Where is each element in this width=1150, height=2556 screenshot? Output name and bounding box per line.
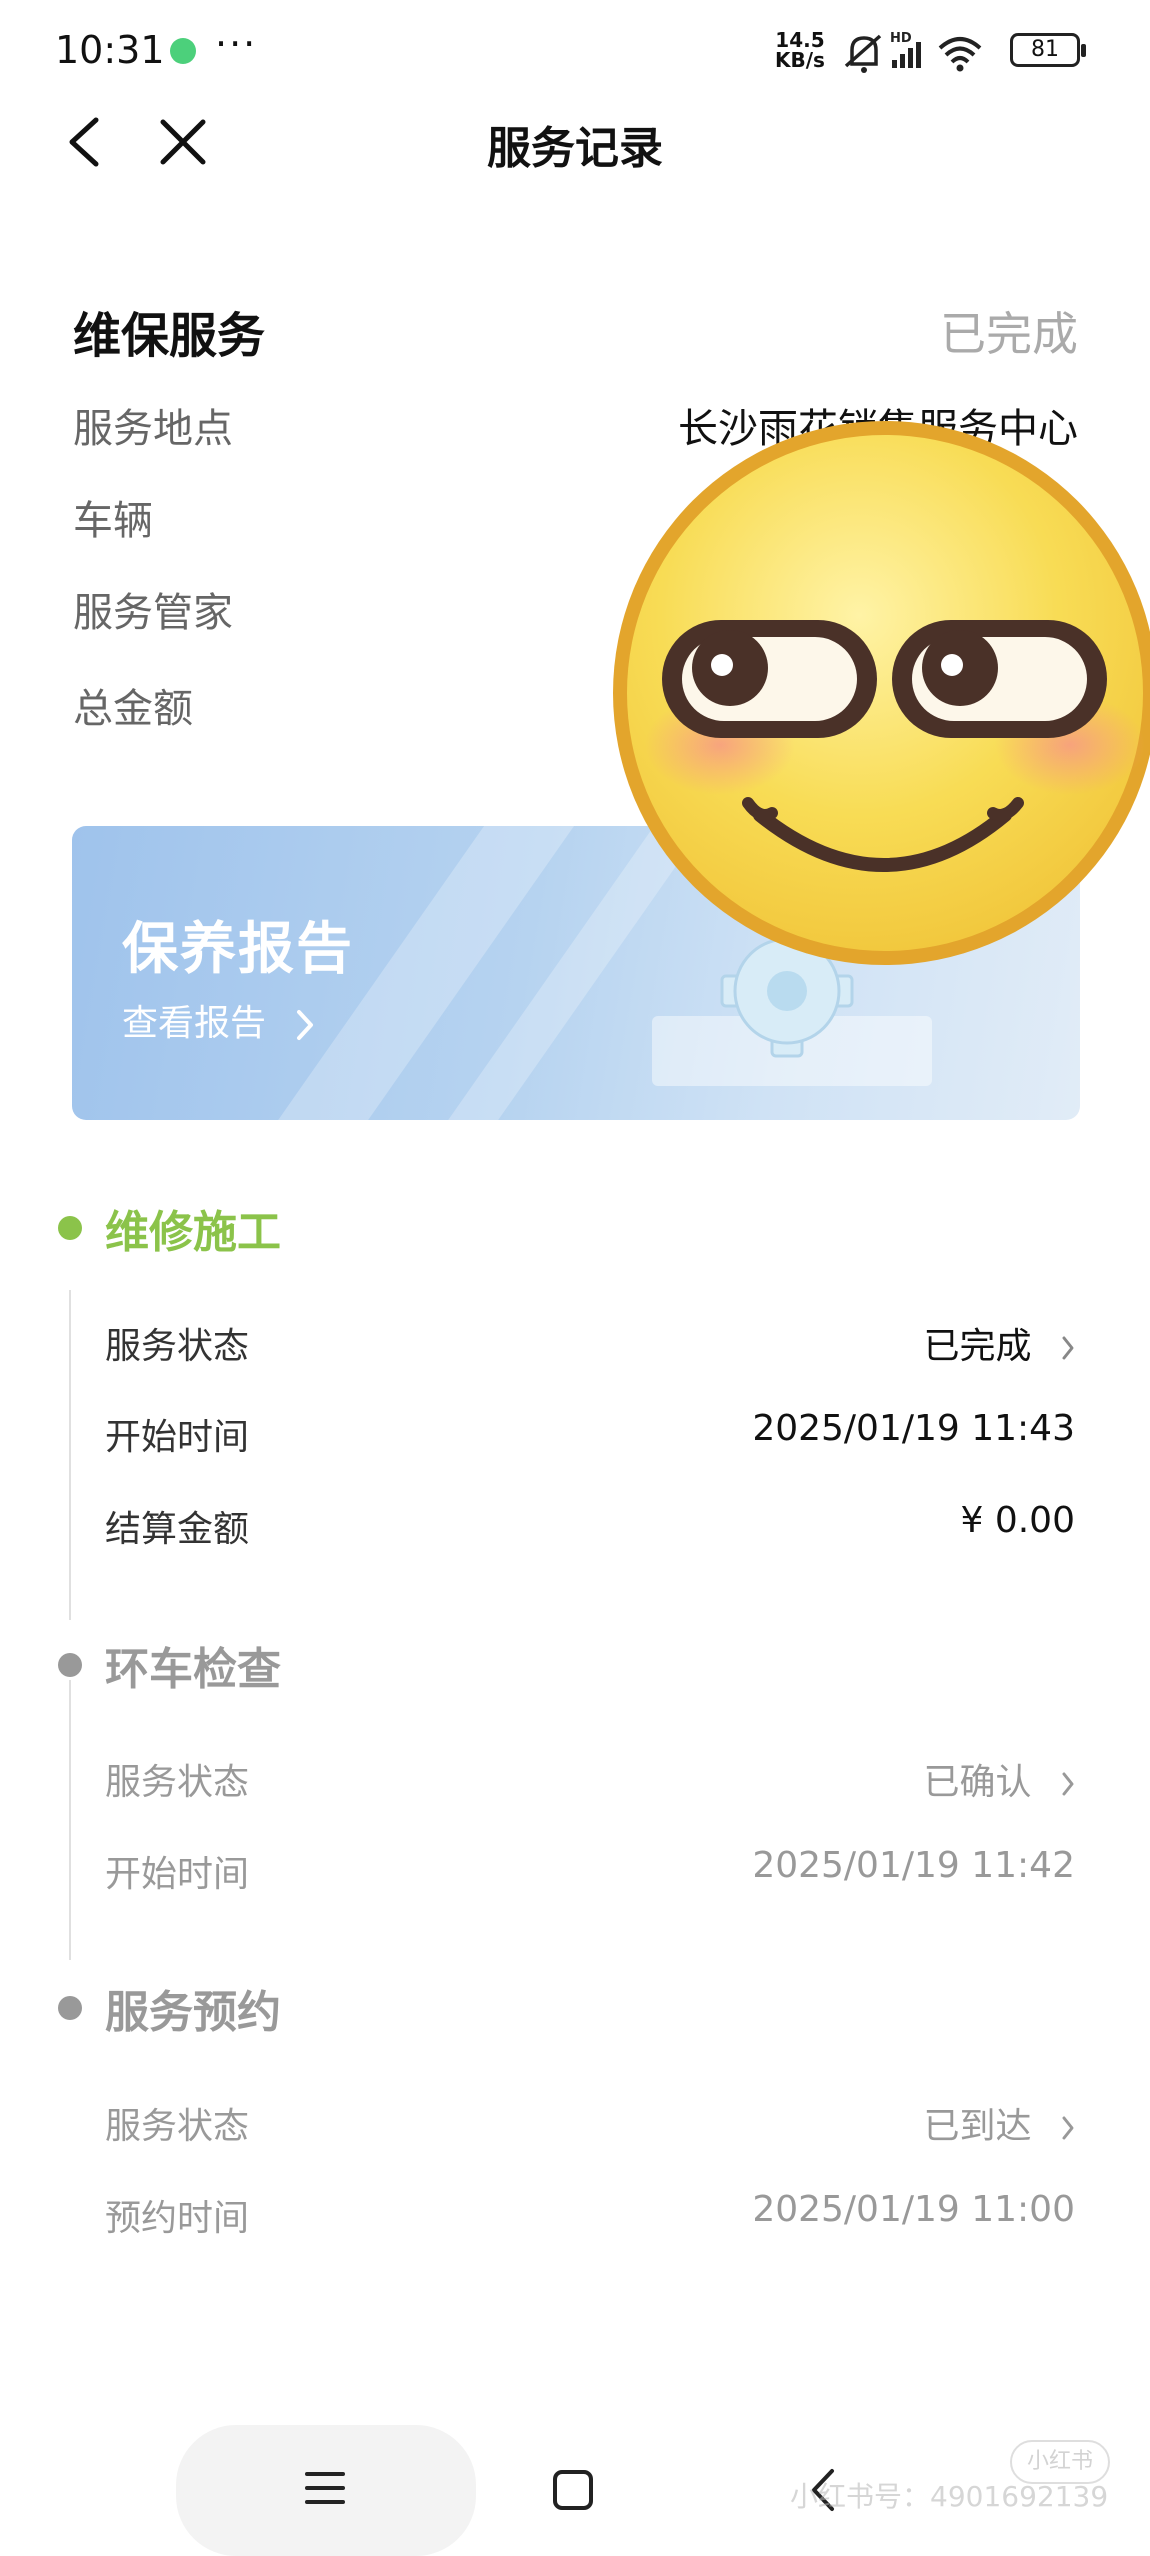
timeline-line: [69, 1290, 71, 1620]
wifi-icon: [938, 37, 982, 72]
chevron-right-icon: [1062, 1336, 1074, 1360]
mute-bell-icon: [844, 34, 882, 73]
service-type-title: 维保服务: [73, 308, 266, 364]
timeline-dot: [58, 1996, 82, 2020]
vehicle-label: 车辆: [73, 498, 153, 544]
network-speed-value: 14.5: [775, 28, 825, 52]
timeline-dot-active: [58, 1216, 82, 1240]
inspection-start-time: 2025/01/19 11:42: [752, 1845, 1075, 1886]
status-time: 10:31: [55, 28, 165, 72]
inspection-status-value: 已确认: [923, 1762, 1032, 1803]
row-label: 服务状态: [105, 1326, 250, 1367]
appointment-time: 2025/01/19 11:00: [752, 2189, 1075, 2230]
signal-icon: HD: [890, 31, 921, 68]
view-report-link[interactable]: 查看报告: [122, 994, 315, 1046]
section-title-inspection: 环车检查: [105, 1644, 281, 1695]
section-title-appointment: 服务预约: [105, 1987, 281, 2038]
repair-status-link[interactable]: 已完成: [924, 1317, 1075, 1369]
row-label: 结算金额: [105, 1509, 250, 1550]
battery-icon: 81: [1010, 33, 1086, 67]
menu-icon[interactable]: [305, 2468, 345, 2508]
timeline-line: [69, 1680, 71, 1960]
status-bar: 10:31 ··· 14.5 KB/s HD 81: [0, 0, 1150, 100]
report-title: 保养报告: [122, 917, 354, 982]
service-manager-label: 服务管家: [73, 590, 233, 636]
network-speed: 14.5 KB/s: [775, 30, 825, 70]
status-icons: HD: [844, 31, 982, 73]
row-label: 服务状态: [105, 1762, 250, 1803]
repair-status-value: 已完成: [923, 1326, 1032, 1367]
hd-label: HD: [890, 31, 912, 46]
section-title-repair: 维修施工: [105, 1207, 281, 1258]
service-status: 已完成: [940, 307, 1078, 361]
home-icon[interactable]: [553, 2470, 593, 2510]
inspection-status-link[interactable]: 已确认: [924, 1753, 1075, 1805]
chevron-right-icon: [1062, 2116, 1074, 2140]
appointment-status-value: 已到达: [923, 2106, 1032, 2147]
app-notification-icon: [170, 38, 196, 64]
appointment-status-link[interactable]: 已到达: [924, 2097, 1075, 2149]
row-label: 预约时间: [105, 2198, 250, 2239]
smirk-emoji-sticker: [613, 421, 1150, 965]
row-label: 开始时间: [105, 1854, 250, 1895]
service-location-label: 服务地点: [73, 406, 233, 452]
network-speed-unit: KB/s: [775, 48, 825, 72]
row-label: 服务状态: [105, 2106, 250, 2147]
more-notifications-icon: ···: [215, 22, 258, 66]
view-report-label: 查看报告: [122, 1003, 267, 1044]
total-amount-label: 总金额: [73, 686, 193, 732]
row-label: 开始时间: [105, 1417, 250, 1458]
watermark-text: 小红书号：4901692139: [790, 2480, 1109, 2513]
chevron-right-icon: [1062, 1772, 1074, 1796]
settlement-amount: ¥ 0.00: [960, 1500, 1075, 1541]
chevron-right-icon: [297, 1010, 314, 1040]
timeline-dot: [58, 1653, 82, 1677]
repair-start-time: 2025/01/19 11:43: [752, 1408, 1075, 1449]
page-title: 服务记录: [487, 123, 663, 174]
